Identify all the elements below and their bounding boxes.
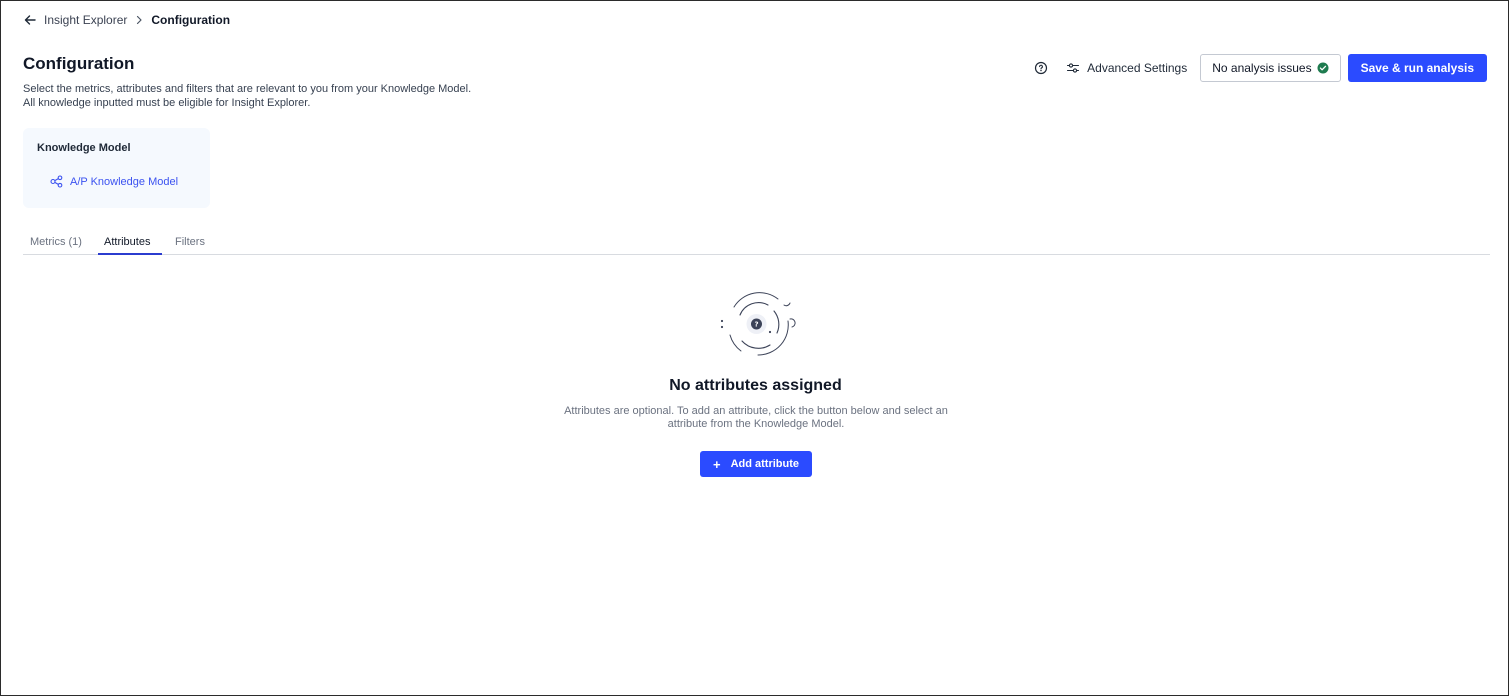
empty-state-description: Attributes are optional. To add an attri… xyxy=(564,405,948,430)
analysis-status-button[interactable]: No analysis issues xyxy=(1200,54,1341,82)
share-nodes-icon xyxy=(50,175,63,188)
plus-icon: + xyxy=(712,456,721,472)
svg-text:?: ? xyxy=(754,321,758,329)
save-run-analysis-button[interactable]: Save & run analysis xyxy=(1347,54,1487,82)
config-tabs: Metrics (1) Attributes Filters xyxy=(23,233,1490,255)
active-tab-indicator xyxy=(98,253,162,255)
app-frame: Insight Explorer Configuration Configura… xyxy=(0,0,1509,696)
arrow-left-icon[interactable] xyxy=(23,13,37,27)
breadcrumb-insight-explorer[interactable]: Insight Explorer xyxy=(44,13,127,27)
breadcrumb: Insight Explorer Configuration xyxy=(23,13,230,27)
question-circle-icon[interactable] xyxy=(1033,60,1049,76)
sliders-icon xyxy=(1066,61,1080,75)
tab-metrics[interactable]: Metrics (1) xyxy=(30,236,82,248)
knowledge-model-label: Knowledge Model xyxy=(37,142,131,154)
add-attribute-label: Add attribute xyxy=(730,458,800,470)
header-actions: Advanced Settings No analysis issues Sav… xyxy=(1033,54,1487,82)
knowledge-model-link[interactable]: A/P Knowledge Model xyxy=(50,175,178,188)
empty-state-title: No attributes assigned xyxy=(669,377,842,394)
chevron-right-icon xyxy=(135,15,143,25)
breadcrumb-current: Configuration xyxy=(151,13,231,27)
tab-attributes[interactable]: Attributes xyxy=(104,236,150,248)
page-description: Select the metrics, attributes and filte… xyxy=(23,83,472,109)
knowledge-model-name: A/P Knowledge Model xyxy=(70,175,179,188)
add-attribute-button[interactable]: + Add attribute xyxy=(700,451,812,477)
check-circle-icon xyxy=(1317,62,1329,74)
advanced-settings-button[interactable]: Advanced Settings xyxy=(1066,61,1187,75)
advanced-settings-label: Advanced Settings xyxy=(1087,61,1188,75)
page-title: Configuration xyxy=(23,54,135,73)
analysis-status-label: No analysis issues xyxy=(1212,61,1312,75)
question-orbit-icon: ? xyxy=(718,291,798,359)
tab-filters[interactable]: Filters xyxy=(175,236,205,248)
knowledge-model-card: Knowledge Model A/P Knowledge Model xyxy=(23,128,210,208)
